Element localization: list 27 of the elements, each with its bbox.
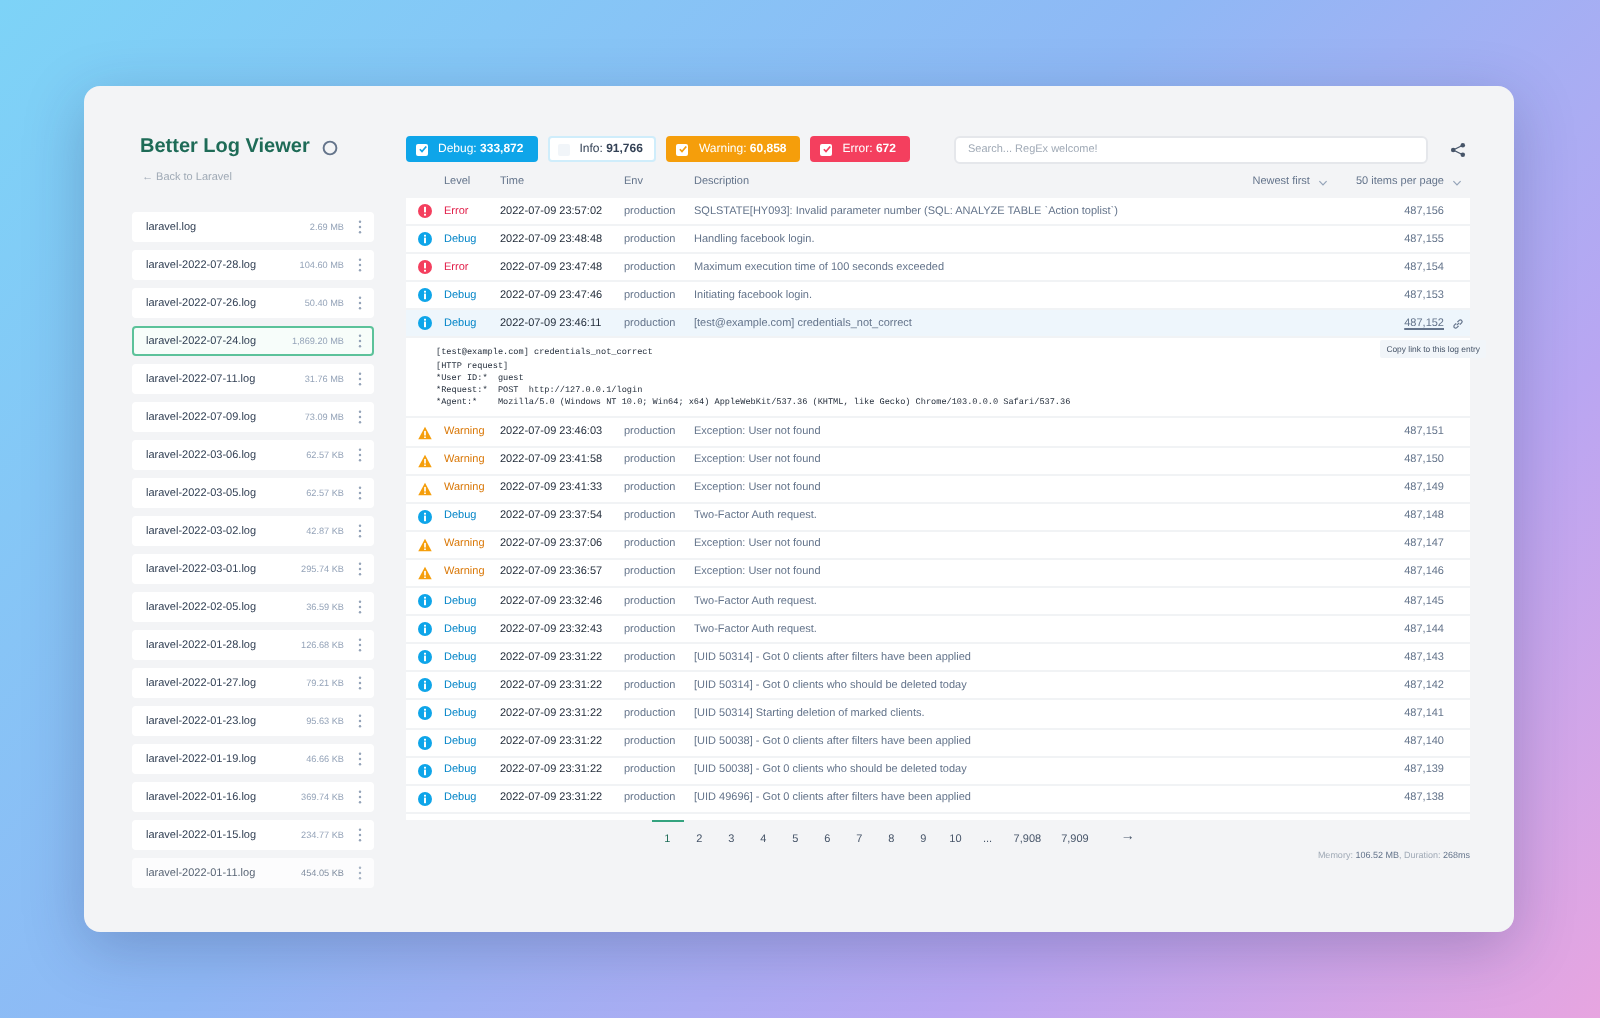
- check-icon: [677, 144, 688, 154]
- warning-icon: [418, 481, 432, 496]
- warning-icon: [418, 565, 432, 580]
- info-icon: [418, 678, 432, 693]
- share-icon[interactable]: [1450, 141, 1466, 157]
- info-icon: [418, 706, 432, 721]
- info-icon: [418, 763, 432, 778]
- info-icon: [418, 622, 432, 637]
- app-title: Better Log Viewer: [140, 136, 310, 158]
- warning-icon: [418, 537, 432, 552]
- chevron-down-icon: [1317, 179, 1328, 185]
- info-icon: [418, 650, 432, 665]
- info-icon: [418, 232, 432, 247]
- warning-icon: [418, 425, 432, 440]
- info-icon: [418, 594, 432, 609]
- error-icon: [418, 260, 432, 275]
- link-icon[interactable]: [1451, 317, 1463, 330]
- check-icon: [821, 144, 832, 154]
- info-icon: [418, 316, 432, 331]
- info-icon: [418, 509, 432, 524]
- error-icon: [418, 204, 432, 219]
- check-icon: [417, 144, 427, 154]
- info-icon: [418, 735, 432, 750]
- warning-icon: [418, 453, 432, 468]
- info-icon: [418, 288, 432, 303]
- chevron-down-icon: [1452, 179, 1462, 185]
- info-icon: [418, 791, 432, 806]
